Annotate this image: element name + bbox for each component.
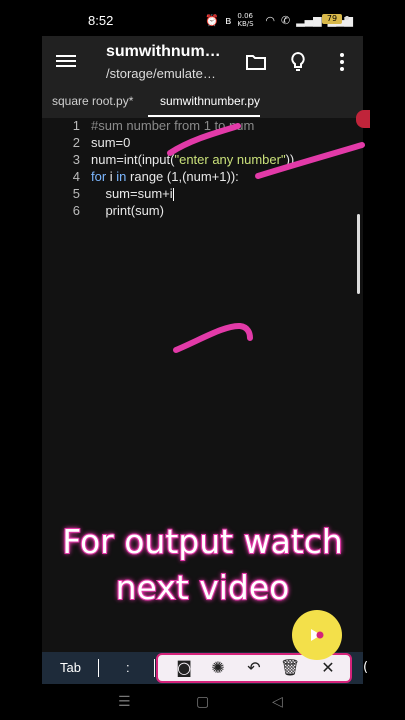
code-line: 5 sum=sum+i [42, 186, 363, 203]
lightbulb-icon[interactable] [286, 50, 310, 74]
clock: 8:52 [88, 13, 114, 28]
file-path: /storage/emulate… [106, 66, 216, 81]
back-icon[interactable]: ◁ [272, 694, 283, 710]
code-text: sum=sum+i [91, 186, 174, 202]
tab-key[interactable]: Tab [60, 660, 81, 675]
palette-icon[interactable]: ✺ [208, 658, 228, 678]
line-number: 2 [72, 135, 80, 150]
overlay-caption-line2: next video [115, 567, 291, 608]
file-tabs: square root.py* sumwithnumber.py [42, 88, 363, 118]
colon-key[interactable]: : [126, 660, 130, 675]
code-text: num=int(input("enter any number")) [91, 152, 295, 167]
code-line: 6 print(sum) [42, 203, 363, 220]
close-icon[interactable]: ✕ [318, 658, 338, 678]
code-line: 3 num=int(input("enter any number")) [42, 152, 363, 169]
line-number: 1 [72, 118, 80, 133]
file-title: sumwithnum… [106, 43, 221, 60]
key-divider [154, 659, 155, 677]
key-divider [98, 659, 99, 677]
code-line: 1 #sum number from 1 to num [42, 118, 363, 135]
battery-icon: 79 [322, 14, 342, 24]
code-text: #sum number from 1 to num [91, 118, 255, 133]
code-text: sum=0 [91, 135, 131, 150]
camera-icon[interactable]: ◙ [174, 658, 194, 678]
paren-key[interactable]: ( [363, 660, 373, 678]
line-number: 3 [72, 152, 80, 167]
alarm-icon: ⏰ [205, 13, 219, 27]
menu-icon[interactable] [56, 52, 76, 72]
line-number: 6 [72, 203, 80, 218]
trash-icon[interactable]: 🗑 [280, 658, 300, 678]
call-icon: ✆ [281, 13, 291, 27]
code-line: 2 sum=0 [42, 135, 363, 152]
overlay-caption-line1: For output watch [61, 521, 344, 562]
play-record-icon [311, 629, 324, 641]
active-tab-indicator [148, 115, 260, 117]
tab-square-root[interactable]: square root.py* [52, 94, 133, 108]
bluetooth-icon: ʙ [225, 13, 232, 27]
system-nav-bar: ☰ ▢ ◁ [0, 694, 405, 720]
code-line: 4 for i in range (1,(num+1)): [42, 169, 363, 186]
line-number: 5 [72, 186, 80, 201]
recents-icon[interactable]: ☰ [118, 694, 131, 710]
undo-icon[interactable]: ↶ [244, 658, 264, 678]
tab-sumwithnumber[interactable]: sumwithnumber.py [160, 94, 260, 108]
wifi-icon: ◠ [265, 13, 275, 27]
net-speed: 0.06 KB/S [237, 12, 254, 28]
line-number: 4 [72, 169, 80, 184]
scrollbar[interactable] [357, 214, 360, 294]
text-cursor [172, 188, 174, 202]
edge-handle[interactable] [356, 110, 370, 128]
code-text: for i in range (1,(num+1)): [91, 169, 239, 184]
app-bar: sumwithnum… /storage/emulate… [42, 36, 363, 88]
home-icon[interactable]: ▢ [196, 694, 209, 710]
record-button[interactable] [292, 610, 342, 660]
more-icon[interactable] [330, 50, 354, 74]
folder-icon[interactable] [244, 50, 268, 74]
signal-icon: ▂▄▆ [296, 13, 322, 27]
status-bar: 8:52 ⏰ ʙ 0.06 KB/S ◠ ✆ ▂▄▆ ▂▄▆ 79 [0, 0, 405, 36]
notification-dot [345, 16, 349, 20]
code-text: print(sum) [91, 203, 164, 218]
